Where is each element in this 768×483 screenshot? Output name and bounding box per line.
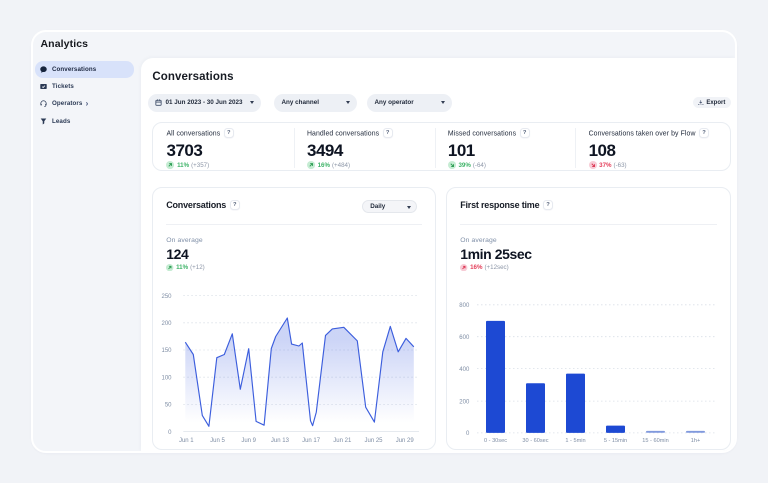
svg-text:100: 100 — [162, 376, 173, 382]
svg-text:800: 800 — [459, 303, 470, 309]
svg-text:1 - 5min: 1 - 5min — [566, 438, 586, 444]
svg-text:0: 0 — [466, 431, 470, 437]
svg-text:150: 150 — [162, 349, 173, 355]
svg-text:5 - 15min: 5 - 15min — [604, 438, 627, 444]
svg-text:0 - 30sec: 0 - 30sec — [484, 438, 507, 444]
svg-text:Jun 9: Jun 9 — [242, 438, 257, 444]
svg-text:600: 600 — [459, 335, 470, 341]
svg-text:50: 50 — [165, 403, 172, 409]
svg-text:250: 250 — [162, 294, 173, 300]
svg-text:200: 200 — [459, 400, 470, 406]
svg-text:Jun 29: Jun 29 — [396, 438, 415, 444]
svg-text:Jun 13: Jun 13 — [271, 438, 290, 444]
svg-text:Jun 5: Jun 5 — [210, 438, 225, 444]
svg-text:200: 200 — [162, 321, 173, 327]
svg-text:Jun 17: Jun 17 — [302, 438, 321, 444]
svg-text:Jun 25: Jun 25 — [365, 438, 384, 444]
svg-text:1h+: 1h+ — [691, 438, 701, 444]
svg-text:Jun 1: Jun 1 — [179, 438, 194, 444]
svg-text:30 - 60sec: 30 - 60sec — [523, 438, 549, 444]
svg-text:Jun 21: Jun 21 — [333, 438, 352, 444]
svg-text:400: 400 — [459, 367, 470, 373]
svg-text:0: 0 — [168, 430, 172, 436]
svg-text:15 - 60min: 15 - 60min — [642, 438, 668, 444]
